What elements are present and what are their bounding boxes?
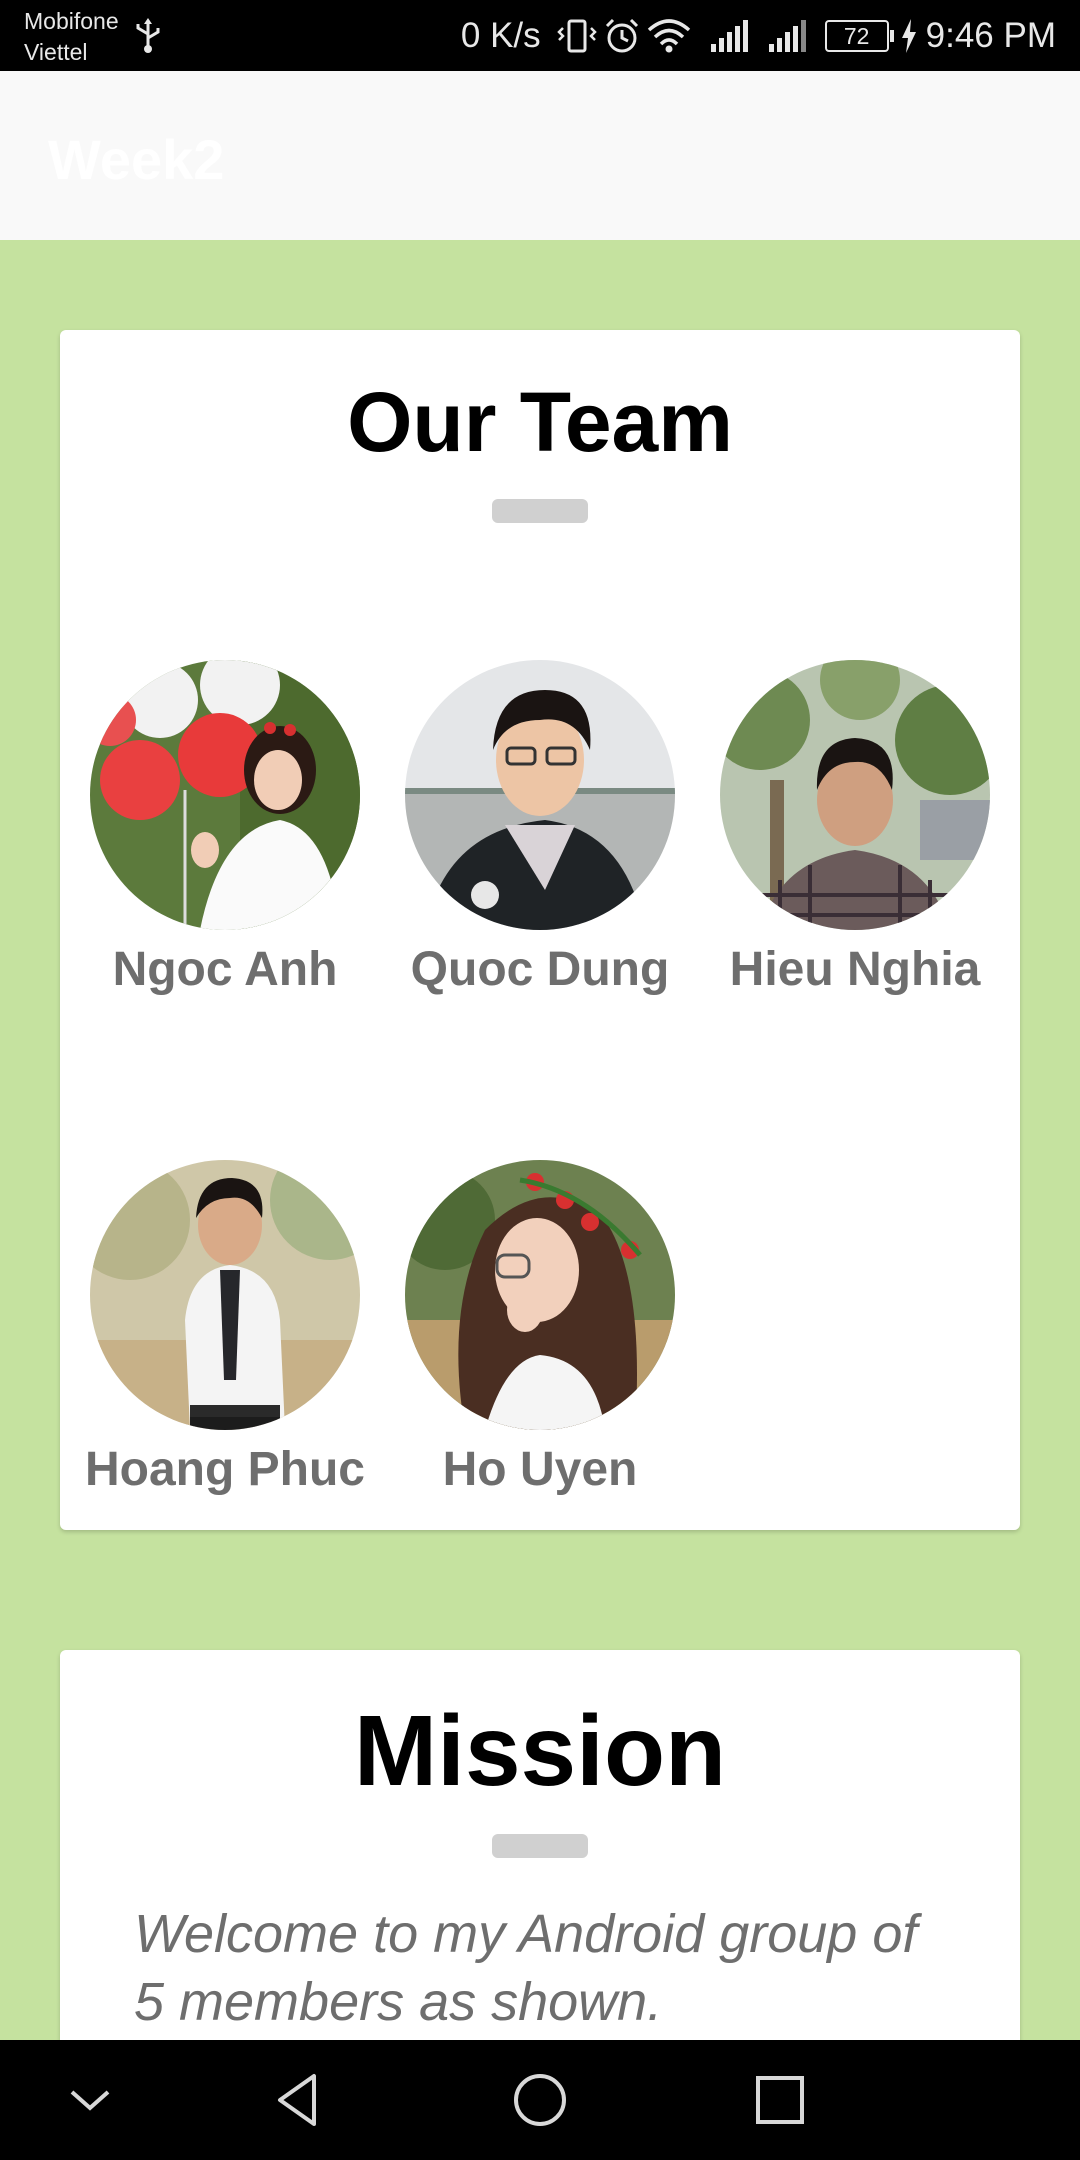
team-title: Our Team (347, 375, 733, 469)
member-name: Ho Uyen (442, 1443, 638, 1496)
battery-icon: 72 (824, 19, 894, 52)
member-name: Ngoc Anh (112, 943, 338, 996)
avatar[interactable] (720, 660, 990, 930)
signal-icon (710, 19, 748, 52)
avatar[interactable] (405, 1160, 675, 1430)
clock: 9:46 PM (925, 15, 1056, 55)
carrier-info: Mobifone Viettel (24, 6, 119, 68)
status-bar: Mobifone Viettel 0 K/s 72 9:46 PM (0, 0, 1080, 71)
vibrate-icon (556, 19, 597, 52)
avatar[interactable] (90, 660, 360, 930)
mission-title: Mission (353, 1695, 727, 1807)
member-name: Hieu Nghia (729, 943, 981, 996)
navigation-bar (0, 2040, 1080, 2160)
carrier-2: Viettel (24, 39, 88, 65)
title-divider (492, 499, 588, 523)
mission-text: Welcome to my Android group of 5 members… (134, 1904, 918, 2032)
alarm-icon (605, 18, 638, 52)
avatar[interactable] (90, 1160, 360, 1430)
charging-icon (901, 18, 916, 53)
back-icon[interactable] (270, 2070, 330, 2130)
app-title: Week2 (48, 128, 225, 191)
signal-icon (768, 19, 806, 52)
wifi-icon (647, 18, 690, 52)
recents-icon[interactable] (750, 2070, 810, 2130)
carrier-1: Mobifone (24, 8, 119, 34)
avatar[interactable] (405, 660, 675, 930)
member-name: Hoang Phuc (84, 1443, 365, 1496)
home-icon[interactable] (510, 2070, 570, 2130)
status-icons: 0 K/s 72 9:46 PM (461, 0, 1056, 71)
net-speed: 0 K/s (460, 15, 541, 55)
battery-level: 72 (824, 19, 889, 52)
title-divider (492, 1834, 588, 1858)
usb-icon (136, 18, 160, 53)
collapse-icon[interactable] (60, 2070, 120, 2130)
member-name: Quoc Dung (410, 943, 670, 996)
team-card: Our Team Ngoc Anh Quoc Dung Hieu Nghia H… (60, 330, 1020, 1530)
app-bar: Week2 (0, 71, 1080, 240)
